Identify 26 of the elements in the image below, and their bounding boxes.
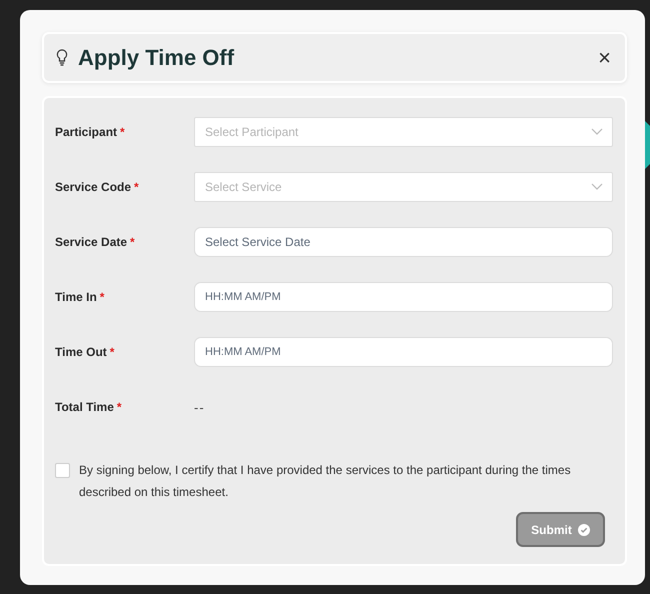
checkbox[interactable] [55, 463, 70, 478]
close-button[interactable]: × [594, 44, 615, 70]
select-field[interactable]: Select Participant [194, 117, 613, 147]
required-mark: * [130, 235, 135, 249]
field-label: Participant [55, 125, 118, 139]
total-time-value: -- [194, 400, 205, 414]
required-mark: * [116, 400, 122, 414]
chevron-down-icon [591, 183, 603, 191]
field-label: Time Out [55, 345, 107, 359]
field-label: Service Date [55, 235, 128, 249]
lightbulb-icon [56, 49, 68, 66]
chevron-down-icon [591, 128, 603, 136]
field-label: Time In [55, 290, 97, 304]
dialog-title: Apply Time Off [78, 44, 236, 70]
date-field[interactable]: Select Service Date [194, 227, 613, 257]
check-circle-icon [578, 524, 590, 536]
required-mark: * [134, 180, 139, 194]
field-label: Total Time [55, 400, 114, 414]
required-mark: * [100, 290, 104, 304]
certify-text: By signing below, I certify that I have provided the services to the participant during the times described on this timesheet. [79, 462, 572, 501]
required-mark: * [110, 345, 114, 359]
select-field[interactable]: Select Service [194, 172, 613, 202]
time-field[interactable]: HH:MM AM/PM [194, 282, 613, 312]
time-field[interactable]: HH:MM AM/PM [194, 337, 613, 367]
field-label: Service Code [55, 180, 132, 194]
required-mark: * [120, 125, 125, 139]
